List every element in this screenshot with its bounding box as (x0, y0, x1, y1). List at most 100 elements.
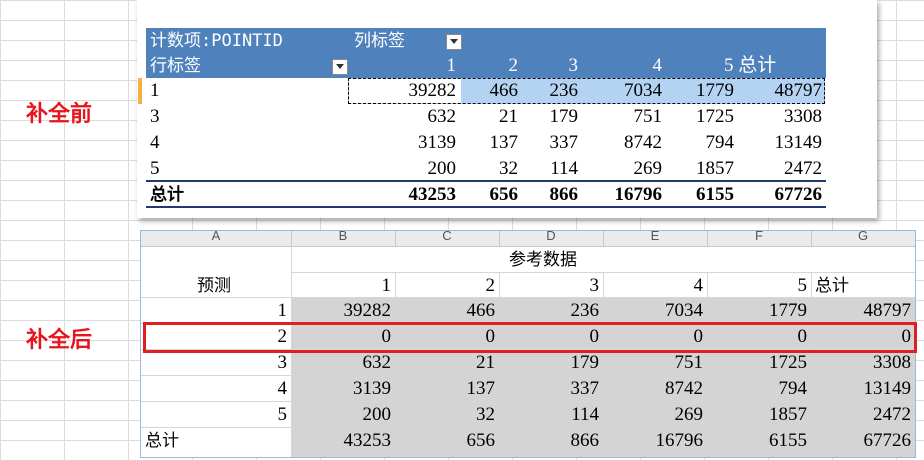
pivot-row-key: 4 (150, 132, 160, 153)
added-row-highlight (143, 322, 917, 353)
pivot-col-header: 3 (568, 55, 579, 76)
pivot-cell: 48797 (774, 80, 823, 101)
sheet-cell: 794 (778, 378, 808, 399)
pivot-cell: 200 (427, 158, 457, 179)
pivot-col-header: 2 (508, 55, 519, 76)
pivot-cell: 269 (633, 158, 663, 179)
pivot-cell: 466 (489, 80, 519, 101)
sheet-total-cell: 43253 (343, 430, 392, 451)
pivot-total-label: 总计 (150, 185, 184, 205)
sheet-cell: 3139 (353, 378, 391, 399)
sheet-row-header-label: 预测 (197, 276, 231, 296)
col-header[interactable]: G (811, 231, 915, 243)
sheet-row-key: 5 (277, 404, 288, 425)
sheet-cell: 8742 (665, 378, 703, 399)
sheet-cell: 2472 (873, 404, 911, 425)
pivot-cell: 114 (550, 158, 578, 179)
pivot-cell: 1725 (696, 106, 734, 127)
pivot-cell: 3139 (418, 132, 456, 153)
col-header[interactable]: E (603, 231, 707, 243)
col-header[interactable]: A (141, 231, 291, 243)
sheet-cell: 1725 (769, 352, 807, 373)
sheet-row-key: 1 (277, 300, 288, 321)
pivot-total-cell: 67726 (774, 184, 823, 205)
sheet-total-cell: 866 (570, 430, 600, 451)
sheet-cell: 39282 (343, 300, 392, 321)
sheet-cell: 137 (466, 378, 496, 399)
pivot-header-row-2: 行标签 1 2 3 4 5 总计 (146, 55, 826, 78)
pivot-col-header-total: 5 总计 (724, 55, 777, 76)
pivot-cell: 632 (427, 106, 457, 127)
pivot-total-bottom-border (146, 206, 826, 208)
pivot-row[interactable]: 1 39282 466 236 7034 1779 48797 (146, 78, 826, 104)
sheet-row-key: 4 (277, 378, 288, 399)
pivot-cell: 137 (489, 132, 519, 153)
active-cell-row-marker (138, 78, 142, 104)
pivot-total-cell: 656 (489, 184, 519, 205)
sheet-col-label-total: 总计 (815, 276, 849, 296)
sheet-cell: 21 (476, 352, 495, 373)
pivot-header-row-1: 计数项:POINTID 列标签 (146, 28, 826, 55)
column-header-bar: A B C D E F G (141, 231, 915, 247)
sheet-cell: 32 (476, 404, 495, 425)
pivot-column-labels-caption: 列标签 (354, 31, 405, 51)
label-after: 补全后 (26, 328, 93, 353)
pivot-cell: 751 (633, 106, 663, 127)
pivot-row[interactable]: 4 3139 137 337 8742 794 13149 (146, 130, 826, 156)
col-header[interactable]: D (499, 231, 603, 243)
pivot-cell: 236 (549, 80, 579, 101)
pivot-cell: 32 (499, 158, 518, 179)
pivot-row-key: 1 (150, 80, 160, 101)
pivot-row-labels-caption: 行标签 (150, 56, 201, 76)
sheet-total-cell: 16796 (655, 430, 704, 451)
sheet-cell: 200 (362, 404, 392, 425)
pivot-cell: 337 (549, 132, 579, 153)
pivot-total-row[interactable]: 总计 43253 656 866 16796 6155 67726 (146, 182, 826, 208)
pivot-cell: 8742 (624, 132, 662, 153)
sheet-cell: 269 (674, 404, 704, 425)
pivot-cell: 1779 (696, 80, 734, 101)
pivot-col-header: 1 (446, 55, 457, 76)
pivot-row-key: 5 (150, 158, 160, 179)
column-labels-filter-dropdown[interactable] (446, 34, 462, 50)
sheet-cell: 751 (674, 352, 704, 373)
sheet-cell: 179 (570, 352, 600, 373)
sheet-title: 参考数据 (509, 250, 577, 270)
col-header[interactable]: C (395, 231, 499, 243)
col-header[interactable]: F (707, 231, 811, 243)
pivot-row[interactable]: 3 632 21 179 751 1725 3308 (146, 104, 826, 130)
sheet-cell: 632 (362, 352, 392, 373)
sheet-row-key: 3 (277, 352, 288, 373)
pivot-cell: 2472 (784, 158, 822, 179)
label-before: 补全前 (26, 102, 93, 127)
pivot-col-header: 4 (652, 55, 663, 76)
sheet-cell: 7034 (665, 300, 703, 321)
sheet-cell: 337 (570, 378, 600, 399)
sheet-cell: 13149 (863, 378, 912, 399)
pivot-cell: 794 (705, 132, 735, 153)
sheet-col-label: 5 (797, 275, 808, 296)
pivot-cell: 39282 (408, 80, 457, 101)
col-header[interactable]: B (291, 231, 395, 243)
sheet-cell: 1779 (769, 300, 807, 321)
pivot-total-cell: 6155 (696, 184, 734, 205)
pivot-cell: 1857 (696, 158, 734, 179)
pivot-cell: 179 (549, 106, 579, 127)
sheet-cell: 114 (571, 404, 599, 425)
pivot-row-key: 3 (150, 106, 160, 127)
sheet-col-label: 3 (589, 275, 600, 296)
pivot-row[interactable]: 5 200 32 114 269 1857 2472 (146, 156, 826, 182)
sheet-total-label: 总计 (145, 431, 179, 451)
sheet-total-cell: 6155 (769, 430, 807, 451)
pivot-total-cell: 866 (549, 184, 579, 205)
pivot-table: 计数项:POINTID 列标签 行标签 1 2 3 4 5 总计 1 39282… (138, 24, 826, 209)
pivot-cell: 21 (499, 106, 518, 127)
sheet-col-label: 1 (381, 275, 392, 296)
sheet-cell: 1857 (769, 404, 807, 425)
pivot-cell: 7034 (624, 80, 662, 101)
pivot-total-cell: 43253 (408, 184, 457, 205)
pivot-cell: 13149 (774, 132, 823, 153)
sheet-cell: 466 (466, 300, 496, 321)
sheet-col-label: 2 (485, 275, 496, 296)
row-labels-filter-dropdown[interactable] (332, 59, 348, 75)
